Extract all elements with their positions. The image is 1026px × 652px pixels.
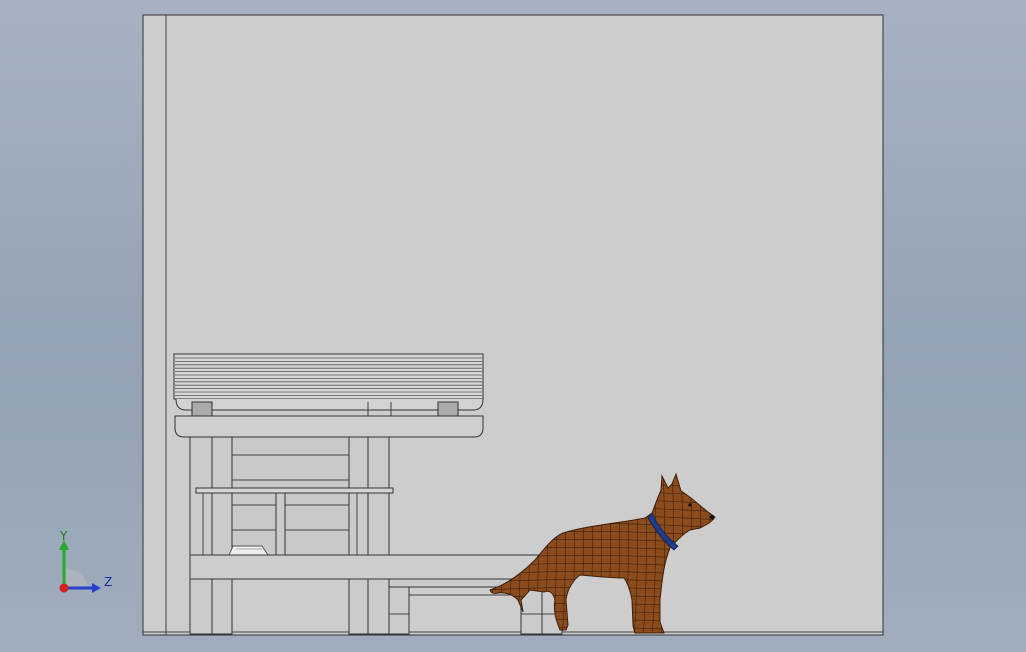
graphics-viewport[interactable]: Y Z bbox=[0, 0, 1026, 652]
food-bowl[interactable] bbox=[228, 545, 269, 556]
kennel-roof[interactable] bbox=[173, 353, 484, 438]
axis-y-label: Y bbox=[59, 529, 68, 543]
axis-z-label: Z bbox=[104, 575, 112, 589]
coordinate-triad-icon: Y Z bbox=[59, 529, 112, 593]
model-drawing[interactable] bbox=[0, 0, 1026, 652]
roof-hinge-right bbox=[437, 401, 459, 417]
dog-eye bbox=[688, 503, 692, 507]
dog-nose bbox=[710, 515, 714, 519]
roof-hinge-left bbox=[191, 401, 213, 417]
